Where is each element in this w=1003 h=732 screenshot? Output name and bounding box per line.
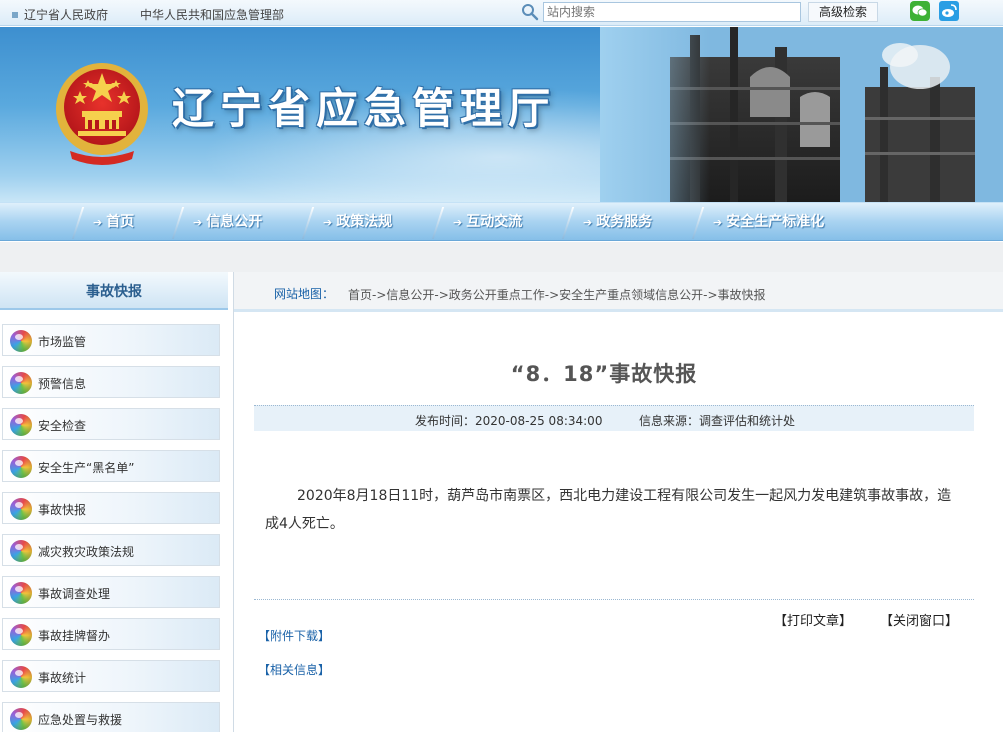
- sidebar-item-accident-statistics[interactable]: 事故统计: [2, 660, 220, 692]
- sidebar-item-label: 事故挂牌督办: [38, 629, 111, 643]
- sidebar-item-label: 预警信息: [38, 377, 87, 391]
- sidebar-item-label: 事故调查处理: [38, 587, 111, 601]
- nav-policies-label: 政策法规: [336, 214, 393, 230]
- sidebar-item-emergency-response[interactable]: 应急处置与救援: [2, 702, 220, 732]
- site-banner: 辽宁省应急管理厅: [0, 27, 1003, 202]
- main-nav: ➔ 首页 ➔ 信息公开 ➔ 政策法规 ➔ 互动交流 ➔ 政务服务 ➔ 安全生产标准化: [0, 202, 1003, 241]
- nav-home-label: 首页: [106, 214, 135, 230]
- wechat-icon[interactable]: [910, 1, 930, 21]
- sidebar-item-label: 事故统计: [38, 671, 87, 685]
- sidebar-item-safety-inspection[interactable]: 安全检查: [2, 408, 220, 440]
- nav-info-disclosure[interactable]: ➔ 信息公开: [193, 203, 262, 241]
- bullet-ball-icon: [10, 666, 32, 688]
- nav-safety-standardization-label: 安全生产标准化: [726, 214, 825, 230]
- breadcrumb-label: 网站地图：: [274, 287, 335, 301]
- nav-interaction-label: 互动交流: [466, 214, 523, 230]
- nav-policies[interactable]: ➔ 政策法规: [323, 203, 392, 241]
- nav-home[interactable]: ➔ 首页: [93, 203, 134, 241]
- sidebar-item-label: 减灾救灾政策法规: [38, 545, 135, 559]
- nav-interaction[interactable]: ➔ 互动交流: [453, 203, 522, 241]
- info-source: 信息来源：调查评估和统计处: [639, 414, 796, 428]
- nav-gov-services-label: 政务服务: [596, 214, 653, 230]
- link-ministry-emergency-management[interactable]: 中华人民共和国应急管理部: [140, 6, 284, 23]
- bullet-ball-icon: [10, 498, 32, 520]
- close-window-button[interactable]: 【关闭窗口】: [880, 610, 958, 629]
- national-emblem-icon: [56, 63, 148, 165]
- link-liaoning-government-label: 辽宁省人民政府: [24, 8, 109, 22]
- bullet-ball-icon: [10, 582, 32, 604]
- sidebar-item-label: 事故快报: [38, 503, 87, 517]
- attachments-link[interactable]: 【附件下载】: [258, 627, 330, 644]
- related-info-link[interactable]: 【相关信息】: [258, 661, 330, 678]
- search-icon[interactable]: [521, 3, 539, 21]
- sidebar-item-disaster-relief-policy[interactable]: 减灾救灾政策法规: [2, 534, 220, 566]
- bullet-ball-icon: [10, 540, 32, 562]
- bullet-ball-icon: [10, 414, 32, 436]
- sidebar-title: 事故快报: [0, 272, 228, 310]
- publish-time: 发布时间：2020-08-25 08:34:00: [415, 414, 603, 428]
- sidebar-item-accident-supervision[interactable]: 事故挂牌督办: [2, 618, 220, 650]
- bullet-ball-icon: [10, 456, 32, 478]
- sidebar-item-accident-bulletin[interactable]: 事故快报: [2, 492, 220, 524]
- sidebar-item-label: 安全检查: [38, 419, 87, 433]
- sidebar-item-label: 安全生产“黑名单”: [38, 461, 135, 475]
- article-body: 2020年8月18日11时，葫芦岛市南票区，西北电力建设工程有限公司发生一起风力…: [265, 488, 952, 532]
- sidebar-item-blacklist[interactable]: 安全生产“黑名单”: [2, 450, 220, 482]
- divider: [254, 599, 974, 600]
- industrial-plant-image: [600, 27, 1003, 202]
- article-title: “8．18”事故快报: [510, 362, 698, 386]
- nav-safety-standardization[interactable]: ➔ 安全生产标准化: [713, 203, 824, 241]
- advanced-search-button[interactable]: 高级检索: [808, 2, 878, 22]
- top-bar: 辽宁省人民政府 中华人民共和国应急管理部 高级检索: [0, 0, 1003, 26]
- nav-gov-services[interactable]: ➔ 政务服务: [583, 203, 652, 241]
- breadcrumb: 网站地图： 首页->信息公开->政务公开重点工作->安全生产重点领域信息公开->…: [234, 272, 1003, 312]
- sidebar-item-warning-info[interactable]: 预警信息: [2, 366, 220, 398]
- sidebar: 事故快报 市场监管 预警信息 安全检查 安全生产“黑名单” 事故快报 减灾救灾政…: [0, 272, 228, 732]
- weibo-icon[interactable]: [939, 1, 959, 21]
- print-article-button[interactable]: 【打印文章】: [774, 610, 852, 629]
- main-content: 网站地图： 首页->信息公开->政务公开重点工作->安全生产重点领域信息公开->…: [233, 272, 1003, 732]
- link-liaoning-government[interactable]: 辽宁省人民政府: [12, 6, 108, 23]
- bullet-ball-icon: [10, 624, 32, 646]
- site-title: 辽宁省应急管理厅: [172, 84, 557, 133]
- gap-strip: [0, 242, 1003, 272]
- bullet-ball-icon: [10, 708, 32, 730]
- bullet-ball-icon: [10, 372, 32, 394]
- sidebar-item-market-supervision[interactable]: 市场监管: [2, 324, 220, 356]
- sidebar-item-label: 市场监管: [38, 335, 87, 349]
- sidebar-item-accident-investigation[interactable]: 事故调查处理: [2, 576, 220, 608]
- bullet-ball-icon: [10, 330, 32, 352]
- breadcrumb-path[interactable]: 首页->信息公开->政务公开重点工作->安全生产重点领域信息公开->事故快报: [348, 286, 766, 303]
- article-meta: 发布时间：2020-08-25 08:34:00 信息来源：调查评估和统计处: [254, 405, 974, 431]
- nav-info-disclosure-label: 信息公开: [206, 214, 263, 230]
- sidebar-item-label: 应急处置与救援: [38, 713, 123, 727]
- search-input[interactable]: [543, 2, 801, 22]
